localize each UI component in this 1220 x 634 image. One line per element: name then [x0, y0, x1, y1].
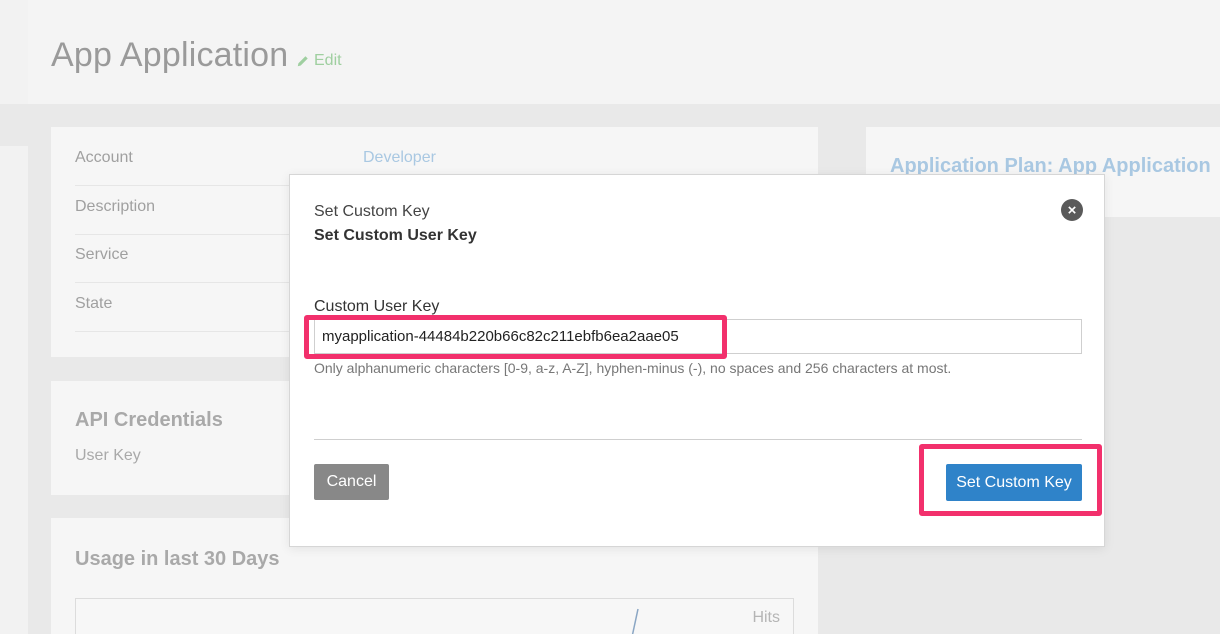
detail-label: State: [75, 295, 113, 312]
usage-heading: Usage in last 30 Days: [75, 548, 280, 570]
custom-user-key-input[interactable]: [314, 319, 1082, 354]
hits-label: Hits: [752, 609, 780, 626]
usage-line: [631, 608, 639, 634]
cancel-button[interactable]: Cancel: [314, 464, 389, 500]
detail-label: Account: [75, 149, 133, 166]
detail-label: Description: [75, 198, 156, 215]
left-strip-band: [0, 104, 28, 146]
page-header: App Application Edit: [28, 0, 1220, 104]
left-strip: [0, 0, 28, 634]
modal-title: Set Custom User Key: [314, 227, 477, 244]
edit-label: Edit: [314, 52, 342, 69]
credentials-heading: API Credentials: [75, 409, 223, 431]
account-link[interactable]: Developer: [363, 149, 436, 167]
detail-label: Service: [75, 246, 129, 263]
usage-chart: Hits: [75, 598, 794, 634]
set-custom-key-button[interactable]: Set Custom Key: [946, 464, 1082, 501]
close-icon[interactable]: ×: [1061, 199, 1083, 221]
set-custom-key-modal: Set Custom Key Set Custom User Key × Cus…: [289, 174, 1105, 547]
page-title: App Application: [51, 36, 289, 74]
modal-small-title: Set Custom Key: [314, 203, 430, 220]
custom-key-help-text: Only alphanumeric characters [0-9, a-z, …: [314, 360, 952, 376]
user-key-label: User Key: [75, 447, 141, 464]
edit-link[interactable]: Edit: [296, 52, 342, 70]
custom-user-key-label: Custom User Key: [314, 298, 440, 315]
modal-divider: [314, 439, 1082, 440]
pencil-icon: [297, 56, 308, 67]
